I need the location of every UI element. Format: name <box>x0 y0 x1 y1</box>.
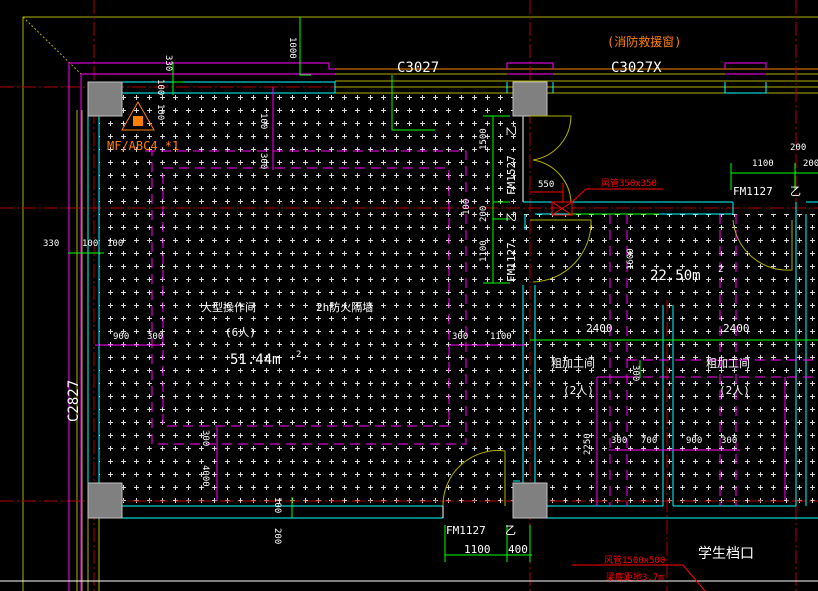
column <box>512 482 548 519</box>
room-occupancy-b: (2人) <box>719 384 750 397</box>
cad-drawing-canvas[interactable]: MF/ABC4 *1 C3027 C3027X (消防救援窗) C2827 大型… <box>0 0 818 591</box>
dim-text: 200 <box>479 206 489 222</box>
dim-text: 900 <box>686 436 702 446</box>
rescue-window-note: (消防救援窗) <box>607 34 681 49</box>
door-grade-2: 乙 <box>505 211 518 222</box>
dim-text: 100 <box>107 239 123 249</box>
dim-text: 900 <box>113 332 129 342</box>
room-area-main-sup: 2 <box>296 350 301 360</box>
dim-text: 1500 <box>479 128 489 150</box>
dim-text: 330 <box>43 239 59 249</box>
dim-text: 1100 <box>490 332 512 342</box>
column <box>512 81 548 117</box>
corridor-label: 学生档口 <box>698 546 754 562</box>
dim-text: 300 <box>721 436 737 446</box>
dim-text: 300 <box>200 430 210 446</box>
door-label-fm1127-bottom: FM1127 <box>446 524 486 537</box>
room-name-b: 粗加工间 <box>706 357 750 370</box>
dim-text: 330 <box>163 55 173 71</box>
room-name-main: 大型操作间 <box>201 300 256 314</box>
room-occupancy-a: (2人) <box>563 384 594 397</box>
room-name-a: 粗加工间 <box>551 357 595 370</box>
door-label-fm1127-right: FM1127 <box>733 185 773 198</box>
dim-text: 550 <box>538 180 554 190</box>
room-area-main: 51.44m <box>230 352 281 368</box>
dim-text: 100 <box>258 113 268 129</box>
door-grade-1: 乙 <box>505 125 518 136</box>
door-grade-4: 乙 <box>790 185 801 198</box>
room-occupancy-main: (6人) <box>225 326 256 339</box>
column <box>87 81 123 117</box>
dim-text: 2400 <box>586 322 613 335</box>
dim-text: 1100 <box>752 159 774 169</box>
dim-text: 200 <box>272 528 282 544</box>
dim-text: 300 <box>611 436 627 446</box>
dim-text: 300 <box>630 365 640 381</box>
dim-text: 1100 <box>479 240 489 262</box>
door-label-fm1527: FM1527 <box>505 155 518 195</box>
dim-text: 300 <box>147 332 163 342</box>
dim-text: 300 <box>452 332 468 342</box>
dim-text: 200 <box>790 143 806 153</box>
beam-height-label: 梁底距地3.7m <box>606 571 664 583</box>
room-area-upper-right-sup: 2 <box>718 265 723 275</box>
dim-text: 100 <box>462 199 472 215</box>
dim-text: 2400 <box>723 322 750 335</box>
dim-text: 4000 <box>200 465 210 487</box>
room-area-upper-right: 22.50m <box>650 268 701 284</box>
dim-text: 100 <box>155 104 165 120</box>
dim-text: 700 <box>641 436 657 446</box>
door-label-fm1127-left: FM1127 <box>505 242 518 282</box>
firewall-note: 2h防火隔墙 <box>316 300 373 314</box>
duct-label-1: 风管350x350 <box>601 177 657 189</box>
window-label-c2827: C2827 <box>66 380 82 422</box>
door-grade-3: 乙 <box>505 524 516 537</box>
dim-text: 1100 <box>464 543 491 556</box>
dim-text: 100 <box>155 79 165 95</box>
dim-text: 300 <box>258 153 268 169</box>
dim-text: 100 <box>272 497 282 513</box>
extinguisher-label: MF/ABC4 *1 <box>107 139 179 153</box>
duct-label-2: 风管1500x500 <box>604 554 665 566</box>
column <box>87 482 123 519</box>
dim-text: 100 <box>82 239 98 249</box>
dim-text: 1000 <box>287 37 297 59</box>
dim-text: 200 <box>803 159 818 169</box>
window-label-c3027x: C3027X <box>611 60 662 76</box>
dim-text: 2250 <box>583 433 593 455</box>
window-label-c3027: C3027 <box>397 60 439 76</box>
dim-text: 1600 <box>626 248 636 270</box>
dim-text: 400 <box>508 543 528 556</box>
